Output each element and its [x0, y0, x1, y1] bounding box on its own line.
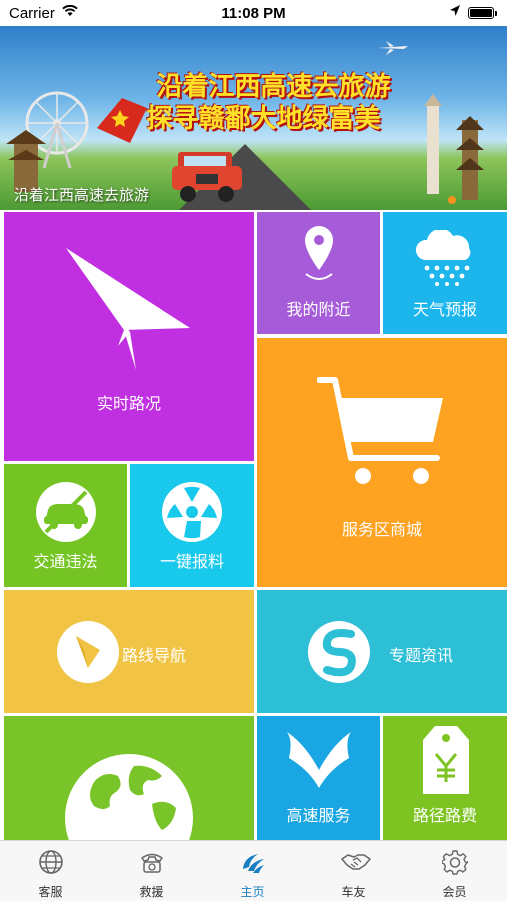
tile-globe[interactable]	[4, 716, 254, 840]
tab-rescue-label: 救援	[139, 885, 164, 899]
gear-icon	[442, 850, 468, 875]
tile-nearby[interactable]: 我的附近	[257, 212, 380, 334]
tile-route-nav-label: 路线导航	[122, 648, 187, 665]
airplane-icon	[378, 41, 408, 55]
tab-car-friends[interactable]: 车友	[303, 841, 404, 901]
tile-realtime-traffic-label: 实时路况	[96, 396, 161, 413]
tile-violation[interactable]: 交通违法	[4, 464, 127, 587]
tile-service-mall-label: 服务区商城	[341, 522, 422, 539]
globe-icon	[39, 850, 63, 874]
tab-customer-service-label: 客服	[38, 885, 63, 899]
tab-rescue[interactable]: 救援	[101, 841, 202, 901]
s-logo-icon	[308, 621, 370, 683]
promo-banner[interactable]: 沿着江西高速去旅游 探寻赣鄱大地绿富美 沿着江西高速去旅游	[0, 26, 507, 210]
tile-topics-label: 专题资讯	[389, 648, 454, 665]
tab-home-label: 主页	[240, 885, 265, 899]
radiation-icon	[162, 482, 222, 542]
jeep-icon	[172, 152, 242, 202]
tile-realtime-traffic[interactable]: 实时路况	[4, 212, 254, 461]
map-pin-icon	[305, 226, 333, 280]
home-logo-icon	[243, 854, 264, 873]
tab-bar: 客服 救援 主页 车友 会员	[0, 840, 507, 901]
no-car-icon	[36, 482, 96, 542]
tab-member[interactable]: 会员	[404, 841, 505, 901]
tile-weather-label: 天气预报	[412, 302, 477, 319]
clock: 11:08 PM	[221, 5, 286, 22]
tile-highway-service[interactable]: 高速服务	[257, 716, 380, 840]
tile-violation-label: 交通违法	[33, 554, 98, 571]
tile-nearby-label: 我的附近	[286, 302, 351, 319]
tile-weather[interactable]: 天气预报	[383, 212, 507, 334]
rain-cloud-icon	[416, 230, 471, 286]
banner-caption: 沿着江西高速去旅游	[14, 187, 150, 204]
phone-icon	[140, 853, 164, 873]
globe-icon	[65, 754, 193, 840]
status-bar: Carrier 11:08 PM	[0, 0, 507, 26]
tile-report-label: 一键报料	[159, 554, 224, 571]
tab-car-friends-label: 车友	[341, 885, 366, 899]
tile-topics[interactable]: 专题资讯	[257, 590, 507, 713]
tab-member-label: 会员	[442, 885, 467, 899]
tab-home[interactable]: 主页	[202, 841, 303, 901]
wings-logo-icon	[287, 732, 351, 788]
tile-service-mall[interactable]: 服务区商城	[257, 338, 507, 587]
tile-highway-service-label: 高速服务	[286, 808, 351, 825]
location-arrow-icon	[450, 5, 460, 16]
tile-report[interactable]: 一键报料	[130, 464, 254, 587]
tile-route-nav[interactable]: 路线导航	[4, 590, 254, 713]
compass-icon	[57, 621, 119, 683]
battery-icon	[468, 7, 497, 19]
banner-headline-2: 探寻赣鄱大地绿富美	[146, 104, 381, 134]
tile-toll[interactable]: 路径路费	[383, 716, 507, 840]
yen-tag-icon	[423, 726, 469, 794]
tile-toll-label: 路径路费	[412, 808, 477, 825]
handshake-icon	[341, 854, 371, 870]
carousel-indicator	[448, 196, 456, 204]
shopping-cart-icon	[317, 377, 443, 484]
paper-plane-icon	[66, 248, 190, 370]
tab-customer-service[interactable]: 客服	[0, 841, 101, 901]
